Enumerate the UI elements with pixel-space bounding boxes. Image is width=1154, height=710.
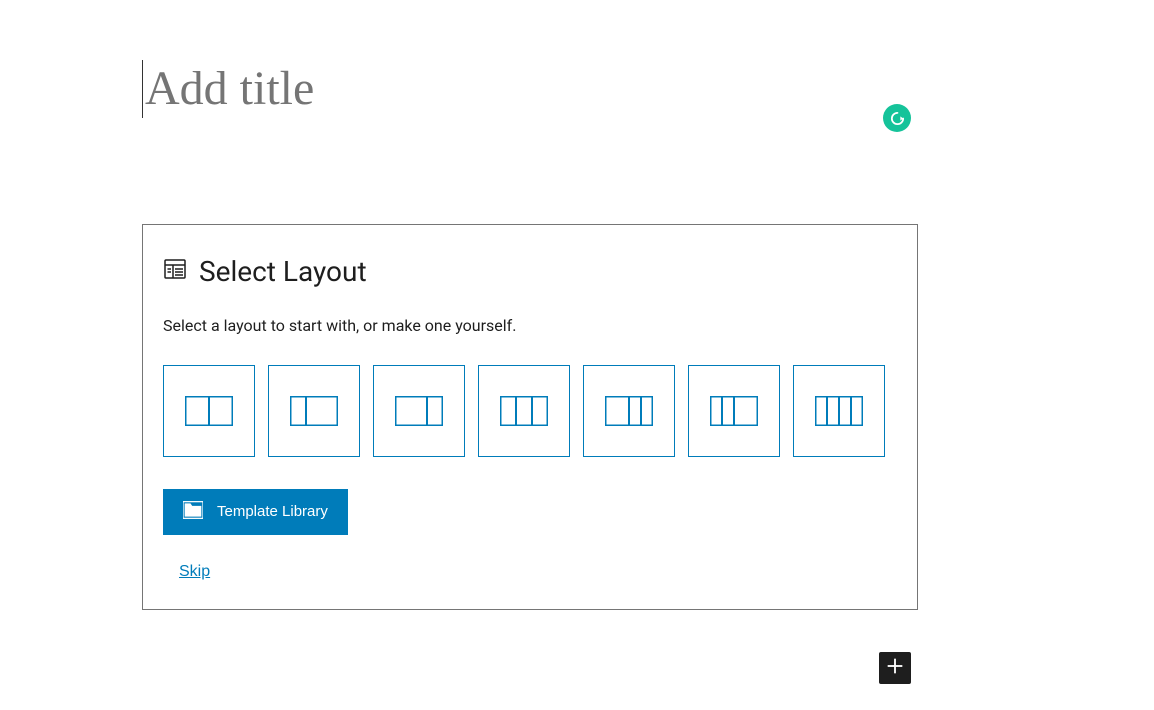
- layout-selector-panel: Select Layout Select a layout to start w…: [142, 224, 918, 610]
- add-block-button[interactable]: [879, 652, 911, 684]
- layout-two-col-right-narrow[interactable]: [373, 365, 465, 457]
- plus-icon: [884, 655, 906, 681]
- folder-icon: [183, 501, 203, 523]
- template-library-label: Template Library: [217, 503, 328, 520]
- layout-two-col-left-narrow[interactable]: [268, 365, 360, 457]
- layout-three-col-equal[interactable]: [478, 365, 570, 457]
- panel-header: Select Layout: [163, 255, 897, 288]
- page-title-input[interactable]: [142, 60, 902, 118]
- layout-options-grid: [163, 365, 897, 457]
- layout-two-col-equal[interactable]: [163, 365, 255, 457]
- layout-three-col-right-wide[interactable]: [688, 365, 780, 457]
- layout-four-col-equal[interactable]: [793, 365, 885, 457]
- template-library-button[interactable]: Template Library: [163, 489, 348, 535]
- layout-three-col-left-wide[interactable]: [583, 365, 675, 457]
- panel-subtitle: Select a layout to start with, or make o…: [163, 316, 897, 335]
- panel-title: Select Layout: [199, 255, 367, 288]
- layout-icon: [163, 257, 187, 285]
- grammarly-icon[interactable]: [883, 104, 911, 132]
- skip-button[interactable]: Skip: [163, 555, 226, 589]
